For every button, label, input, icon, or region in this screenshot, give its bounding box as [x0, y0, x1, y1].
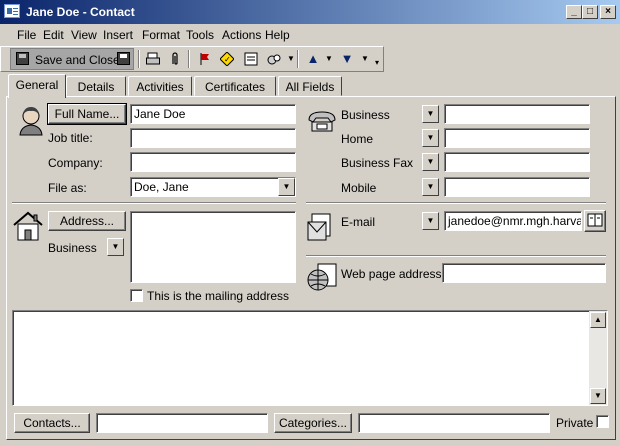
menu-actions[interactable]: Actions [222, 28, 261, 42]
address-button[interactable]: Address... [48, 211, 126, 231]
company-input[interactable] [130, 152, 296, 172]
tab-details[interactable]: Details [66, 76, 126, 96]
minimize-button[interactable]: _ [566, 5, 582, 19]
chevron-down-icon[interactable]: ▼ [107, 238, 124, 256]
menu-format[interactable]: Format [142, 28, 180, 42]
notes-scrollbar[interactable]: ▲ ▼ [589, 311, 607, 405]
telephone-icon [306, 104, 336, 134]
menu-help[interactable]: Help [265, 28, 290, 42]
mobile-phone-input[interactable] [444, 177, 590, 197]
web-page-input[interactable] [442, 263, 606, 283]
tab-general[interactable]: General [8, 74, 66, 98]
window-title: Jane Doe - Contact [26, 5, 135, 19]
save-close-icon [16, 52, 29, 65]
close-button[interactable]: × [600, 5, 616, 19]
categories-input[interactable] [358, 413, 550, 433]
address-type-label: Business [48, 241, 97, 255]
toolbar-separator [297, 50, 299, 68]
up-arrow-icon[interactable]: ▲ [306, 52, 320, 66]
menu-bar: File Edit View Insert Format Tools Actio… [0, 24, 620, 44]
mailing-address-checkbox[interactable] [130, 289, 143, 302]
svg-text:✓: ✓ [224, 55, 231, 64]
floppy-save-icon[interactable] [117, 52, 130, 65]
company-label: Company: [48, 156, 103, 170]
chevron-down-icon[interactable]: ▼ [422, 105, 439, 123]
contacts-button[interactable]: Contacts... [14, 413, 90, 433]
contacts-input[interactable] [96, 413, 268, 433]
web-page-label: Web page address: [341, 267, 445, 281]
notes-textarea[interactable]: ▲ ▼ [12, 310, 608, 406]
menu-view[interactable]: View [71, 28, 97, 42]
globe-icon [306, 262, 337, 292]
business-fax-input[interactable] [444, 152, 590, 172]
tab-all-fields[interactable]: All Fields [278, 76, 342, 96]
chevron-down-icon[interactable]: ▼ [422, 212, 439, 230]
file-as-label: File as: [48, 181, 87, 195]
email-label: E-mail [341, 215, 376, 229]
chevron-down-icon[interactable]: ▼ [322, 52, 336, 66]
menu-edit[interactable]: Edit [43, 28, 64, 42]
down-arrow-icon[interactable]: ▼ [340, 52, 354, 66]
print-icon[interactable] [146, 52, 160, 66]
menu-insert[interactable]: Insert [103, 28, 133, 42]
chevron-down-icon[interactable]: ▼ [422, 153, 439, 171]
full-name-input[interactable]: Jane Doe [130, 104, 296, 124]
address-textarea[interactable] [130, 211, 296, 283]
private-checkbox[interactable] [596, 415, 609, 428]
home-phone-input[interactable] [444, 128, 590, 148]
business-phone-input[interactable] [444, 104, 590, 124]
business-phone-label: Business [341, 108, 390, 122]
maximize-button[interactable]: □ [582, 5, 598, 19]
menu-tools[interactable]: Tools [186, 28, 214, 42]
flag-icon[interactable] [198, 52, 212, 66]
home-phone-label: Home [341, 132, 374, 146]
person-icon [16, 104, 46, 136]
menu-file[interactable]: File [17, 28, 36, 42]
paperclip-icon[interactable] [168, 52, 182, 66]
meeting-icon[interactable] [267, 52, 281, 66]
job-title-label: Job title: [48, 131, 93, 145]
toolbar-separator [188, 50, 190, 68]
toolbar-options-icon[interactable]: ▾ [370, 56, 384, 70]
divider [12, 202, 296, 204]
divider [306, 255, 606, 257]
chevron-down-icon[interactable]: ▼ [278, 178, 295, 196]
mailing-address-label: This is the mailing address [147, 289, 290, 303]
private-label: Private [556, 416, 594, 430]
business-fax-label: Business Fax [341, 156, 414, 170]
save-and-close-button[interactable]: Save and Close [10, 48, 134, 70]
divider [306, 202, 606, 204]
file-as-select[interactable]: Doe, Jane [130, 177, 296, 197]
contact-card-icon [4, 4, 20, 18]
title-bar[interactable]: Jane Doe - Contact _ □ × [0, 0, 620, 24]
mobile-phone-label: Mobile [341, 181, 377, 195]
save-and-close-label: Save and Close [35, 53, 120, 67]
email-input[interactable]: janedoe@nmr.mgh.harvard [444, 211, 582, 231]
categories-button[interactable]: Categories... [274, 413, 352, 433]
new-letter-icon[interactable] [244, 52, 258, 66]
house-icon [12, 210, 43, 241]
chevron-down-icon[interactable]: ▼ [422, 129, 439, 147]
chevron-down-icon[interactable]: ▼ [284, 52, 298, 66]
address-book-icon[interactable] [584, 210, 606, 232]
scroll-up-icon[interactable]: ▲ [590, 312, 606, 328]
address-card-icon[interactable]: ✓ [219, 51, 235, 67]
toolbar-separator [138, 50, 140, 68]
scroll-down-icon[interactable]: ▼ [590, 388, 606, 404]
full-name-button[interactable]: Full Name... [47, 103, 127, 125]
chevron-down-icon[interactable]: ▼ [422, 178, 439, 196]
tab-certificates[interactable]: Certificates [194, 76, 276, 96]
email-icon [306, 210, 336, 241]
job-title-input[interactable] [130, 128, 296, 148]
tab-activities[interactable]: Activities [128, 76, 192, 96]
